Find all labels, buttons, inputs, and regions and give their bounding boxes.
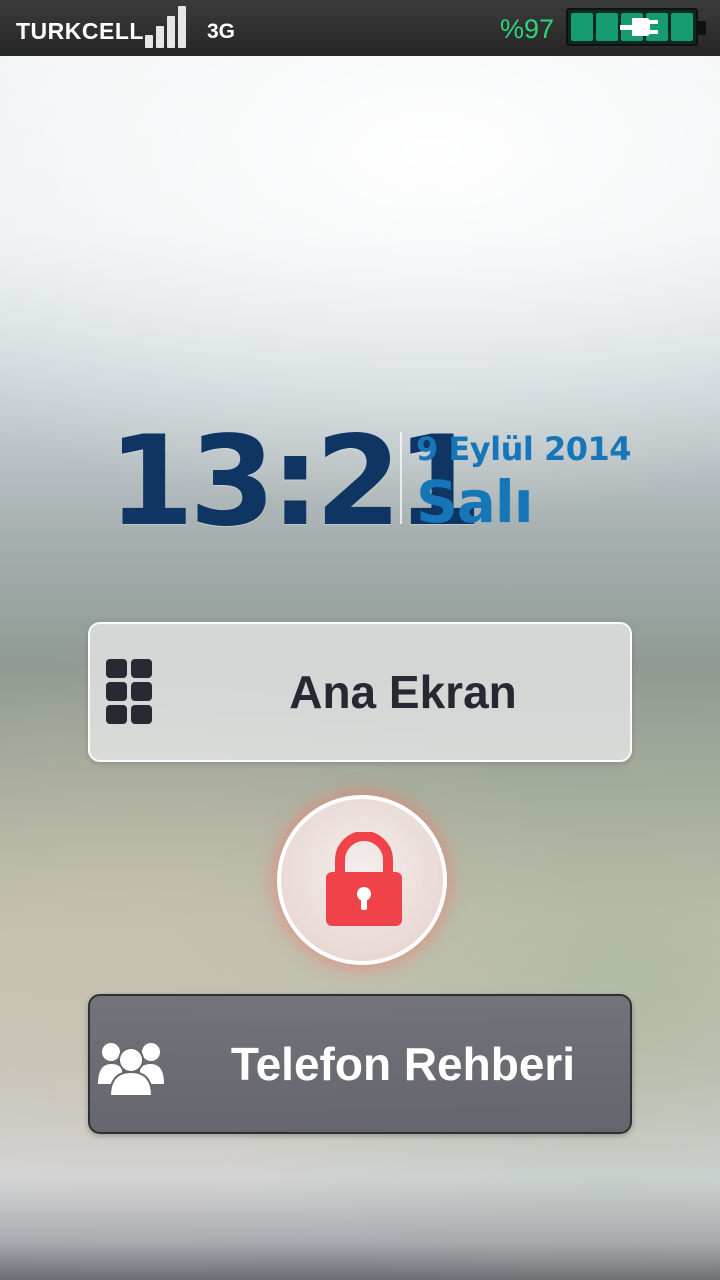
network-type: 3G [207,20,236,43]
battery-icon [566,8,706,46]
battery-percent: %97 [500,14,555,44]
clock-divider [400,432,402,524]
signal-icon [145,6,189,48]
home-screen-button[interactable]: Ana Ekran [88,622,632,762]
clock-date: 9 Eylül 2014 [416,430,632,468]
unlock-button[interactable] [277,795,447,965]
phonebook-button[interactable]: Telefon Rehberi [88,994,632,1134]
phonebook-label: Telefon Rehberi [230,1038,576,1090]
carrier-name: TURKCELL [16,18,144,44]
plug-icon [620,18,658,36]
lock-icon [326,832,402,926]
clock-day: Salı [416,468,534,536]
home-screen-label: Ana Ekran [289,666,517,718]
status-bar: TURKCELL 3G %97 [0,0,720,56]
